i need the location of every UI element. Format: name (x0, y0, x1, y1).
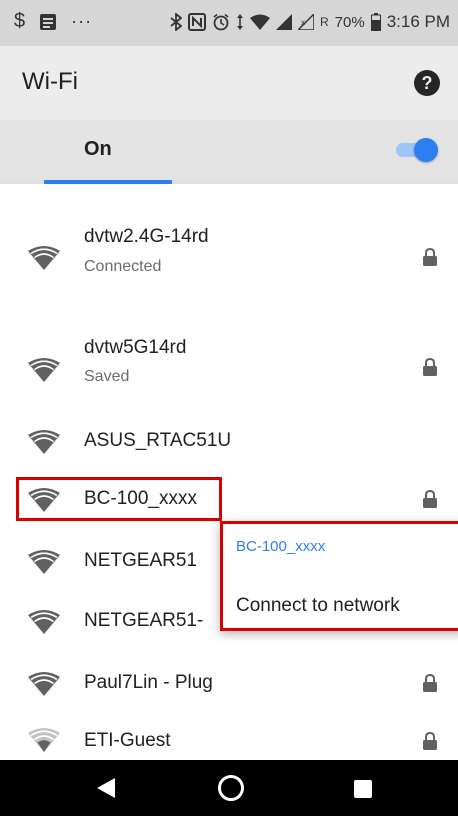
network-row-dvtw5g[interactable]: dvtw5G14rd Saved (0, 318, 458, 408)
clock: 3:16 PM (386, 12, 450, 31)
page-title: Wi-Fi (22, 68, 78, 95)
scan-progress-indicator (44, 180, 172, 184)
help-icon[interactable]: ? (414, 70, 440, 96)
network-row-paul7lin[interactable]: Paul7Lin - Plug (0, 656, 458, 712)
svg-text:x: x (301, 18, 305, 27)
network-row-asus[interactable]: ASUS_RTAC51U (0, 414, 458, 470)
network-name: NETGEAR51 (84, 550, 197, 571)
wifi-switch-label: On (84, 138, 112, 160)
network-name: ETI-Guest (84, 730, 171, 751)
network-name: dvtw2.4G-14rd (84, 226, 209, 247)
lock-icon (423, 732, 437, 750)
dollar-sign-icon: $ (14, 10, 26, 32)
wifi-master-switch-row[interactable]: On (0, 120, 458, 180)
wifi-signal-weak-icon (28, 728, 60, 752)
data-arrows-icon (236, 14, 243, 30)
network-row-eti-guest[interactable]: ETI-Guest (0, 714, 458, 760)
more-dots-icon: ··· (71, 11, 93, 31)
wifi-toggle-switch[interactable] (394, 137, 438, 163)
recents-icon[interactable] (354, 780, 372, 798)
network-row-dvtw24g[interactable]: dvtw2.4G-14rd Connected (0, 208, 458, 308)
context-menu-title: BC-100_xxxx (236, 538, 326, 555)
toggle-thumb (414, 138, 438, 162)
status-bar: $ ··· x R 70% 3:16 PM (0, 0, 458, 46)
wifi-signal-full-icon (28, 246, 60, 270)
wifi-signal-full-icon (28, 430, 60, 454)
network-name: ASUS_RTAC51U (84, 430, 232, 451)
connect-to-network-menu-item[interactable]: Connect to network (236, 595, 400, 617)
app-bar: Wi-Fi ? (0, 46, 458, 120)
lock-icon (423, 674, 437, 692)
battery-percent: 70% (334, 13, 365, 31)
status-bar-right: x R 70% 3:16 PM (170, 12, 450, 32)
network-context-menu: BC-100_xxxx Connect to network (220, 521, 458, 631)
navigation-bar (0, 760, 458, 816)
wifi-signal-full-icon (28, 610, 60, 634)
back-icon[interactable] (95, 776, 117, 800)
bluetooth-icon (170, 13, 182, 31)
battery-icon (370, 13, 381, 31)
nfc-icon (187, 13, 206, 31)
status-bar-left: $ ··· (14, 10, 92, 33)
lock-icon (423, 490, 437, 508)
network-name: dvtw5G14rd (84, 337, 187, 358)
network-status: Saved (84, 368, 130, 385)
lock-icon (423, 248, 437, 266)
wifi-signal-icon (249, 14, 270, 30)
wifi-signal-full-icon (28, 550, 60, 574)
notes-icon (40, 13, 57, 30)
cell-signal-icon (275, 14, 292, 30)
home-icon[interactable] (218, 775, 244, 801)
wifi-signal-full-icon (28, 358, 60, 382)
lock-icon (423, 358, 437, 376)
wifi-signal-full-icon (28, 672, 60, 696)
cell-signal-no-service-icon: x (297, 14, 314, 30)
roaming-indicator: R (319, 15, 329, 29)
network-status: Connected (84, 258, 162, 275)
highlight-box-bc100 (16, 477, 222, 521)
network-name: Paul7Lin - Plug (84, 672, 213, 693)
network-name: NETGEAR51- (84, 610, 204, 631)
alarm-icon (213, 13, 229, 31)
